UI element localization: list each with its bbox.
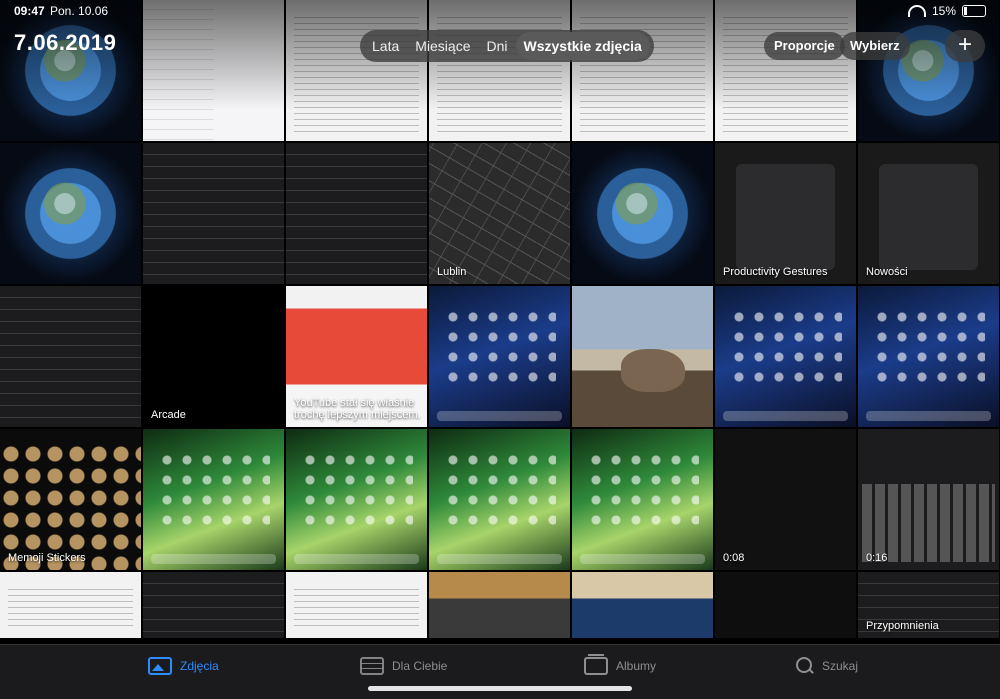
- tab-photos[interactable]: Zdjęcia: [148, 657, 219, 675]
- segment-days[interactable]: Dni: [479, 32, 516, 60]
- tab-search-label: Szukaj: [822, 659, 859, 673]
- segment-months[interactable]: Miesiące: [407, 32, 478, 60]
- photo-thumbnail[interactable]: [143, 0, 284, 141]
- photo-thumbnail[interactable]: [286, 143, 427, 284]
- photo-thumbnail[interactable]: [572, 143, 713, 284]
- photo-thumbnail[interactable]: Arcade: [143, 286, 284, 427]
- home-indicator[interactable]: [368, 686, 632, 691]
- tab-for-you[interactable]: Dla Ciebie: [360, 657, 447, 675]
- aspect-ratio-button[interactable]: Proporcje: [764, 32, 845, 60]
- photo-thumbnail[interactable]: [715, 572, 856, 638]
- photo-thumbnail[interactable]: [572, 429, 713, 570]
- photo-thumbnail[interactable]: [0, 286, 141, 427]
- photo-thumbnail[interactable]: [715, 0, 856, 141]
- photo-thumbnail[interactable]: Lublin: [429, 143, 570, 284]
- photo-thumbnail[interactable]: [0, 143, 141, 284]
- photo-thumbnail[interactable]: [429, 286, 570, 427]
- photo-thumbnail[interactable]: [572, 572, 713, 638]
- thumbnail-caption: Lublin: [437, 266, 467, 278]
- photo-thumbnail[interactable]: [858, 286, 999, 427]
- tab-albums-label: Albumy: [616, 659, 657, 673]
- photo-thumbnail[interactable]: Memoji Stickers: [0, 429, 141, 570]
- view-segmented-control[interactable]: Lata Miesiące Dni Wszystkie zdjęcia: [360, 30, 654, 62]
- photo-thumbnail[interactable]: [429, 429, 570, 570]
- photo-thumbnail[interactable]: 0:08: [715, 429, 856, 570]
- thumbnail-caption: Przypomnienia: [866, 620, 939, 632]
- photo-thumbnail[interactable]: [858, 0, 999, 141]
- photo-thumbnail[interactable]: [715, 286, 856, 427]
- photo-thumbnail[interactable]: [0, 0, 141, 141]
- for-you-icon: [360, 657, 384, 675]
- thumbnail-caption: 0:08: [723, 552, 745, 564]
- thumbnail-caption: Memoji Stickers: [8, 552, 86, 564]
- photos-icon: [148, 657, 172, 675]
- photo-thumbnail[interactable]: 0:16: [858, 429, 999, 570]
- photo-thumbnail[interactable]: [143, 429, 284, 570]
- thumbnail-caption: Productivity Gestures: [723, 266, 828, 278]
- search-icon: [796, 657, 814, 675]
- thumbnail-caption: YouTube stał się właśnie trochę lepszym …: [294, 397, 421, 421]
- thumbnail-caption: Nowości: [866, 266, 908, 278]
- photo-thumbnail[interactable]: YouTube stał się właśnie trochę lepszym …: [286, 286, 427, 427]
- photo-thumbnail[interactable]: [0, 572, 141, 638]
- tab-photos-label: Zdjęcia: [180, 659, 219, 673]
- thumbnail-caption: 0:16: [866, 552, 888, 564]
- photo-thumbnail[interactable]: [572, 0, 713, 141]
- select-button[interactable]: Wybierz: [840, 32, 910, 60]
- albums-icon: [584, 654, 608, 675]
- photo-thumbnail[interactable]: Nowości: [858, 143, 999, 284]
- photo-thumbnail[interactable]: [143, 572, 284, 638]
- photo-thumbnail[interactable]: [286, 429, 427, 570]
- photo-thumbnail[interactable]: [286, 0, 427, 141]
- add-button[interactable]: +: [945, 30, 985, 62]
- tab-albums[interactable]: Albumy: [584, 654, 657, 675]
- segment-years[interactable]: Lata: [364, 32, 407, 60]
- photo-thumbnail[interactable]: [429, 572, 570, 638]
- photo-thumbnail[interactable]: [143, 143, 284, 284]
- thumbnail-caption: Arcade: [151, 409, 186, 421]
- tab-for-you-label: Dla Ciebie: [392, 659, 448, 673]
- photo-thumbnail[interactable]: [572, 286, 713, 427]
- segment-all-photos[interactable]: Wszystkie zdjęcia: [515, 32, 650, 60]
- photo-grid: Lublin Productivity Gestures Nowości Arcade…: [0, 0, 1000, 644]
- photo-thumbnail[interactable]: Productivity Gestures: [715, 143, 856, 284]
- photo-thumbnail[interactable]: [429, 0, 570, 141]
- photo-thumbnail[interactable]: [286, 572, 427, 638]
- photo-thumbnail[interactable]: Przypomnienia: [858, 572, 999, 638]
- tab-search[interactable]: Szukaj: [796, 657, 858, 675]
